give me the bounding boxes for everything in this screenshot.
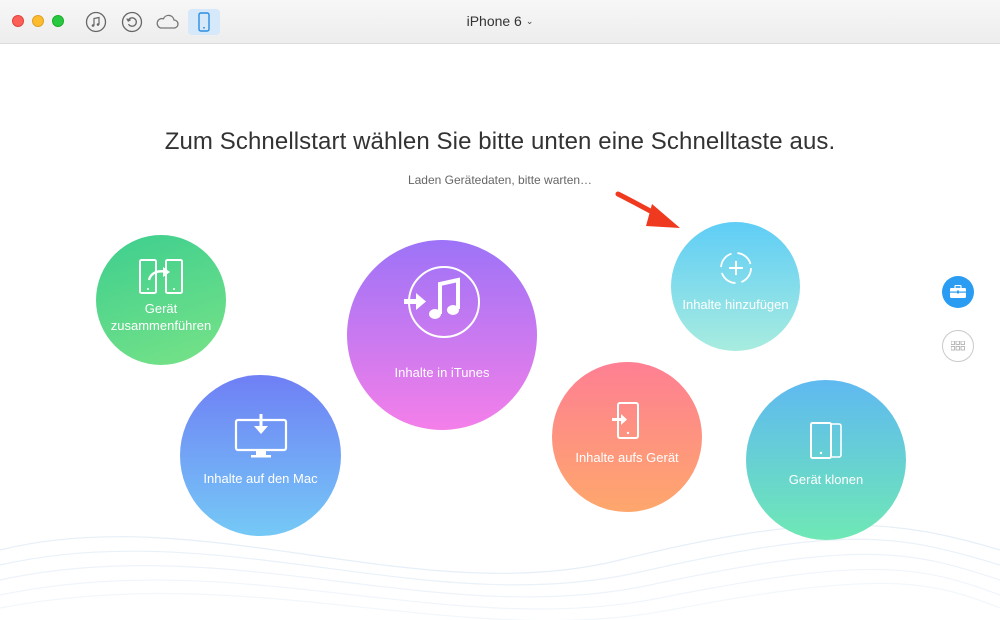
device-import-icon <box>612 401 639 439</box>
toolbox-icon <box>950 285 966 298</box>
page-title: Zum Schnellstart wählen Sie bitte unten … <box>164 128 836 155</box>
monitor-download-icon <box>234 414 287 458</box>
itunes-icon <box>404 265 480 338</box>
content-to-device-label: Inhalte aufs Gerät <box>575 449 679 465</box>
content-to-device-button[interactable]: Inhalte aufs Gerät <box>552 362 702 512</box>
merge-label-line1: Gerät <box>144 301 178 316</box>
clone-device-icon <box>810 421 842 459</box>
merge-label-line2: zusammenführen <box>110 318 212 333</box>
title-bar: iPhone 6 ⌄ <box>0 0 1000 44</box>
status-text: Laden Gerätedaten, bitte warten… <box>407 173 593 187</box>
content-to-mac-button[interactable]: Inhalte auf den Mac <box>180 375 341 536</box>
grid-view-button[interactable] <box>942 330 974 362</box>
red-arrow-icon <box>615 191 680 228</box>
app-window: iPhone 6 ⌄ Zum Schnellstart wählen Sie bi… <box>0 0 1000 620</box>
chevron-down-icon: ⌄ <box>525 16 534 26</box>
toolbox-button[interactable] <box>942 276 974 308</box>
add-content-button[interactable]: Inhalte hinzufügen <box>671 222 800 351</box>
content-to-mac-label: Inhalte auf den Mac <box>203 471 318 486</box>
device-selector[interactable]: iPhone 6 ⌄ <box>0 13 1000 29</box>
add-content-icon <box>719 252 752 284</box>
merge-devices-button[interactable]: Gerät zusammenführen <box>96 235 226 365</box>
clone-device-label: Gerät klonen <box>788 471 864 487</box>
grid-icon <box>951 341 965 351</box>
content-to-itunes-label: Inhalte in iTunes <box>394 364 490 380</box>
add-content-label: Inhalte hinzufügen <box>682 297 789 312</box>
merge-devices-icon <box>139 259 183 294</box>
clone-device-button[interactable]: Gerät klonen <box>746 380 906 540</box>
content-to-itunes-button[interactable]: Inhalte in iTunes <box>347 240 537 430</box>
device-name: iPhone 6 <box>466 13 522 29</box>
